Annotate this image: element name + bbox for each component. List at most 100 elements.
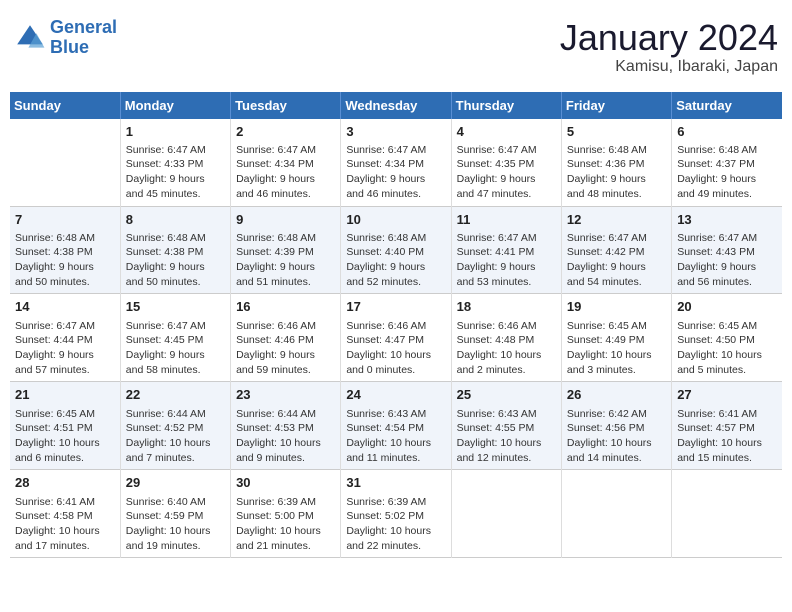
day-info: Sunrise: 6:48 AM Sunset: 4:37 PM Dayligh… — [677, 143, 777, 202]
day-number: 23 — [236, 386, 335, 404]
day-info: Sunrise: 6:40 AM Sunset: 4:59 PM Dayligh… — [126, 495, 225, 554]
calendar-cell — [451, 470, 561, 558]
day-number: 27 — [677, 386, 777, 404]
calendar-cell: 7 Sunrise: 6:48 AM Sunset: 4:38 PM Daylig… — [10, 206, 120, 294]
day-number: 22 — [126, 386, 225, 404]
day-info: Sunrise: 6:48 AM Sunset: 4:38 PM Dayligh… — [15, 231, 115, 290]
weekday-header-thursday: Thursday — [451, 92, 561, 119]
calendar-cell: 20Sunrise: 6:45 AM Sunset: 4:50 PM Dayli… — [672, 294, 782, 382]
calendar-cell: 23 Sunrise: 6:44 AM Sunset: 4:53 PM Dayli… — [231, 382, 341, 470]
calendar-cell: 31Sunrise: 6:39 AM Sunset: 5:02 PM Dayli… — [341, 470, 451, 558]
weekday-header-sunday: Sunday — [10, 92, 120, 119]
day-number: 30 — [236, 474, 335, 492]
day-number: 26 — [567, 386, 666, 404]
calendar-cell: 18Sunrise: 6:46 AM Sunset: 4:48 PM Dayli… — [451, 294, 561, 382]
weekday-header-wednesday: Wednesday — [341, 92, 451, 119]
calendar-cell: 1 Sunrise: 6:47 AM Sunset: 4:33 PM Daylig… — [120, 119, 230, 206]
calendar-cell: 3Sunrise: 6:47 AM Sunset: 4:34 PM Daylig… — [341, 119, 451, 206]
day-number: 31 — [346, 474, 445, 492]
day-info: Sunrise: 6:47 AM Sunset: 4:33 PM Dayligh… — [126, 143, 225, 202]
calendar-cell — [10, 119, 120, 206]
weekday-header-row: SundayMondayTuesdayWednesdayThursdayFrid… — [10, 92, 782, 119]
weekday-header-monday: Monday — [120, 92, 230, 119]
day-number: 11 — [457, 211, 556, 229]
calendar-cell: 29 Sunrise: 6:40 AM Sunset: 4:59 PM Dayli… — [120, 470, 230, 558]
day-number: 2 — [236, 123, 335, 141]
calendar-cell: 28 Sunrise: 6:41 AM Sunset: 4:58 PM Dayli… — [10, 470, 120, 558]
calendar-week-4: 21Sunrise: 6:45 AM Sunset: 4:51 PM Dayli… — [10, 382, 782, 470]
logo-icon — [14, 22, 46, 54]
calendar-cell: 5 Sunrise: 6:48 AM Sunset: 4:36 PM Daylig… — [561, 119, 671, 206]
calendar-cell: 25 Sunrise: 6:43 AM Sunset: 4:55 PM Dayli… — [451, 382, 561, 470]
day-info: Sunrise: 6:43 AM Sunset: 4:55 PM Dayligh… — [457, 407, 556, 466]
calendar-week-2: 7 Sunrise: 6:48 AM Sunset: 4:38 PM Daylig… — [10, 206, 782, 294]
title-block: January 2024 Kamisu, Ibaraki, Japan — [560, 18, 778, 76]
day-number: 4 — [457, 123, 556, 141]
calendar-cell: 8 Sunrise: 6:48 AM Sunset: 4:38 PM Daylig… — [120, 206, 230, 294]
day-number: 18 — [457, 298, 556, 316]
day-number: 19 — [567, 298, 666, 316]
calendar-cell: 9 Sunrise: 6:48 AM Sunset: 4:39 PM Daylig… — [231, 206, 341, 294]
day-number: 8 — [126, 211, 225, 229]
page-header: General Blue January 2024 Kamisu, Ibarak… — [10, 10, 782, 84]
weekday-header-tuesday: Tuesday — [231, 92, 341, 119]
day-info: Sunrise: 6:43 AM Sunset: 4:54 PM Dayligh… — [346, 407, 445, 466]
day-number: 20 — [677, 298, 777, 316]
day-number: 13 — [677, 211, 777, 229]
calendar-cell — [561, 470, 671, 558]
calendar-cell: 22 Sunrise: 6:44 AM Sunset: 4:52 PM Dayli… — [120, 382, 230, 470]
day-info: Sunrise: 6:47 AM Sunset: 4:45 PM Dayligh… — [126, 319, 225, 378]
calendar-cell: 10 Sunrise: 6:48 AM Sunset: 4:40 PM Dayli… — [341, 206, 451, 294]
calendar-cell: 13Sunrise: 6:47 AM Sunset: 4:43 PM Dayli… — [672, 206, 782, 294]
day-number: 25 — [457, 386, 556, 404]
day-info: Sunrise: 6:41 AM Sunset: 4:57 PM Dayligh… — [677, 407, 777, 466]
logo-text: General Blue — [50, 18, 117, 58]
calendar-cell: 21Sunrise: 6:45 AM Sunset: 4:51 PM Dayli… — [10, 382, 120, 470]
day-info: Sunrise: 6:44 AM Sunset: 4:53 PM Dayligh… — [236, 407, 335, 466]
day-number: 9 — [236, 211, 335, 229]
day-info: Sunrise: 6:47 AM Sunset: 4:44 PM Dayligh… — [15, 319, 115, 378]
calendar-cell: 17Sunrise: 6:46 AM Sunset: 4:47 PM Dayli… — [341, 294, 451, 382]
calendar-week-5: 28 Sunrise: 6:41 AM Sunset: 4:58 PM Dayli… — [10, 470, 782, 558]
weekday-header-friday: Friday — [561, 92, 671, 119]
calendar-table: SundayMondayTuesdayWednesdayThursdayFrid… — [10, 92, 782, 559]
day-info: Sunrise: 6:39 AM Sunset: 5:00 PM Dayligh… — [236, 495, 335, 554]
calendar-cell: 2Sunrise: 6:47 AM Sunset: 4:34 PM Daylig… — [231, 119, 341, 206]
calendar-cell: 12 Sunrise: 6:47 AM Sunset: 4:42 PM Dayli… — [561, 206, 671, 294]
day-number: 10 — [346, 211, 445, 229]
day-info: Sunrise: 6:42 AM Sunset: 4:56 PM Dayligh… — [567, 407, 666, 466]
calendar-cell: 14 Sunrise: 6:47 AM Sunset: 4:44 PM Dayli… — [10, 294, 120, 382]
calendar-cell: 4Sunrise: 6:47 AM Sunset: 4:35 PM Daylig… — [451, 119, 561, 206]
day-info: Sunrise: 6:46 AM Sunset: 4:46 PM Dayligh… — [236, 319, 335, 378]
calendar-cell: 27 Sunrise: 6:41 AM Sunset: 4:57 PM Dayli… — [672, 382, 782, 470]
day-info: Sunrise: 6:47 AM Sunset: 4:42 PM Dayligh… — [567, 231, 666, 290]
calendar-cell: 26 Sunrise: 6:42 AM Sunset: 4:56 PM Dayli… — [561, 382, 671, 470]
day-number: 28 — [15, 474, 115, 492]
day-number: 6 — [677, 123, 777, 141]
calendar-cell: 11Sunrise: 6:47 AM Sunset: 4:41 PM Dayli… — [451, 206, 561, 294]
day-info: Sunrise: 6:45 AM Sunset: 4:49 PM Dayligh… — [567, 319, 666, 378]
day-info: Sunrise: 6:48 AM Sunset: 4:40 PM Dayligh… — [346, 231, 445, 290]
day-number: 1 — [126, 123, 225, 141]
calendar-week-1: 1 Sunrise: 6:47 AM Sunset: 4:33 PM Daylig… — [10, 119, 782, 206]
day-number: 15 — [126, 298, 225, 316]
logo: General Blue — [14, 18, 117, 58]
day-number: 29 — [126, 474, 225, 492]
day-info: Sunrise: 6:45 AM Sunset: 4:51 PM Dayligh… — [15, 407, 115, 466]
day-info: Sunrise: 6:48 AM Sunset: 4:36 PM Dayligh… — [567, 143, 666, 202]
calendar-cell: 6 Sunrise: 6:48 AM Sunset: 4:37 PM Daylig… — [672, 119, 782, 206]
day-number: 24 — [346, 386, 445, 404]
day-number: 12 — [567, 211, 666, 229]
page-title: January 2024 — [560, 18, 778, 58]
calendar-cell: 24 Sunrise: 6:43 AM Sunset: 4:54 PM Dayli… — [341, 382, 451, 470]
calendar-week-3: 14 Sunrise: 6:47 AM Sunset: 4:44 PM Dayli… — [10, 294, 782, 382]
calendar-cell: 16Sunrise: 6:46 AM Sunset: 4:46 PM Dayli… — [231, 294, 341, 382]
day-info: Sunrise: 6:44 AM Sunset: 4:52 PM Dayligh… — [126, 407, 225, 466]
day-info: Sunrise: 6:48 AM Sunset: 4:39 PM Dayligh… — [236, 231, 335, 290]
day-info: Sunrise: 6:48 AM Sunset: 4:38 PM Dayligh… — [126, 231, 225, 290]
day-number: 14 — [15, 298, 115, 316]
day-number: 5 — [567, 123, 666, 141]
day-info: Sunrise: 6:41 AM Sunset: 4:58 PM Dayligh… — [15, 495, 115, 554]
weekday-header-saturday: Saturday — [672, 92, 782, 119]
day-number: 7 — [15, 211, 115, 229]
